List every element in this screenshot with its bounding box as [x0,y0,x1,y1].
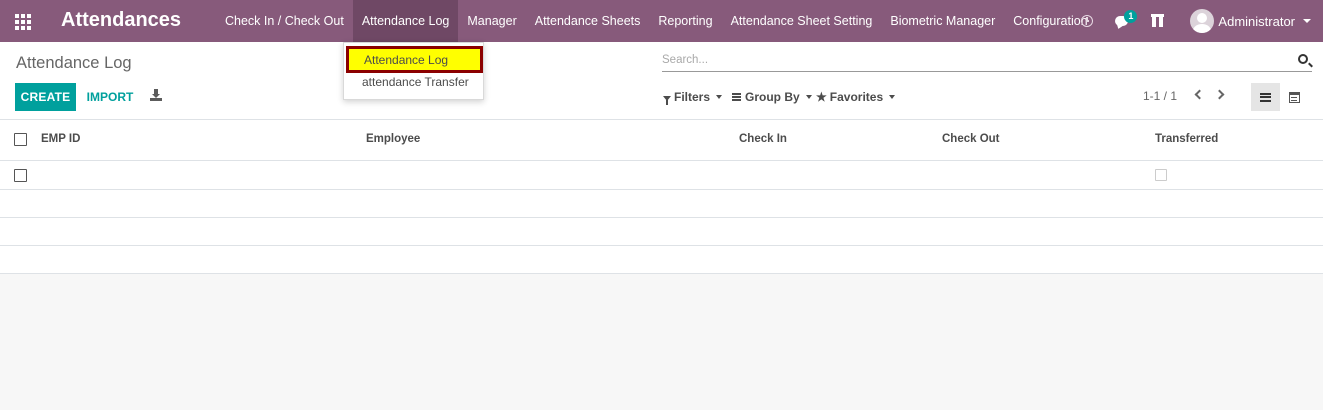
app-title: Attendances [61,9,182,31]
search-icon[interactable] [1298,54,1308,64]
caret-down-icon [889,95,896,99]
menu-reporting[interactable]: Reporting [649,0,721,42]
filters-label: Filters [674,90,711,104]
attendance-log-dropdown: Attendance Log attendance Transfer [343,42,484,100]
filters-button[interactable]: Filters [663,89,723,105]
empty-row [0,190,1323,218]
search-input[interactable] [662,52,1282,68]
menu-attendance-log[interactable]: Attendance Log [352,0,459,42]
systray: 1 Administrator [1074,0,1323,42]
favorites-button[interactable]: ★ Favorites [816,89,896,105]
row-select-checkbox[interactable] [14,169,27,182]
calendar-view-button[interactable] [1284,83,1304,111]
search-box [662,50,1312,72]
table-header: EMP ID Employee Check In Check Out Trans… [0,120,1323,161]
avatar [1190,9,1215,33]
clock-icon [1081,15,1094,27]
select-all-checkbox[interactable] [14,133,27,146]
gift-button[interactable] [1144,0,1170,42]
column-check-out[interactable]: Check Out [942,133,1000,145]
message-count-badge: 1 [1124,10,1138,23]
column-emp-id[interactable]: EMP ID [41,133,80,145]
favorites-label: Favorites [829,90,884,104]
import-button[interactable]: IMPORT [80,83,140,111]
menu-manager[interactable]: Manager [458,0,525,42]
groupby-button[interactable]: Group By [732,89,812,105]
menu-check-in-check-out[interactable]: Check In / Check Out [216,0,353,42]
messaging-button[interactable]: 1 [1108,0,1138,42]
table-row[interactable] [0,161,1323,190]
control-panel: Attendance Log CREATE IMPORT Filters Gro… [0,42,1323,120]
star-icon: ★ [816,90,827,104]
apps-menu-icon[interactable] [15,14,31,30]
pager-previous-icon[interactable] [1194,89,1205,100]
user-menu[interactable]: Administrator [1180,0,1323,42]
list-view-button[interactable] [1251,83,1280,111]
download-icon[interactable] [150,89,164,103]
transferred-checkbox [1155,169,1167,181]
menu-attendance-sheets[interactable]: Attendance Sheets [526,0,650,42]
top-navbar: Attendances Check In / Check Out Attenda… [0,0,1323,42]
calendar-icon [1288,91,1300,103]
groupby-label: Group By [745,90,800,104]
filter-icon [663,95,671,105]
main-menu: Check In / Check Out Attendance Log Mana… [216,0,1097,42]
list-icon [1260,92,1271,102]
caret-down-icon [716,95,723,99]
dropdown-item-attendance-transfer[interactable]: attendance Transfer [344,71,483,93]
column-employee[interactable]: Employee [366,133,420,145]
menu-biometric-manager[interactable]: Biometric Manager [881,0,1004,42]
chevron-down-icon [1303,19,1311,23]
bars-icon [732,93,741,101]
page-title: Attendance Log [16,54,132,72]
pager-next-icon[interactable] [1214,89,1225,100]
dropdown-item-attendance-log[interactable]: Attendance Log [346,46,483,73]
menu-attendance-sheet-setting[interactable]: Attendance Sheet Setting [722,0,882,42]
empty-row [0,218,1323,246]
column-check-in[interactable]: Check In [739,133,787,145]
pager-value[interactable]: 1-1 / 1 [1143,89,1177,103]
activity-button[interactable] [1074,0,1100,42]
empty-row [0,246,1323,274]
column-transferred[interactable]: Transferred [1155,133,1218,145]
list-table: EMP ID Employee Check In Check Out Trans… [0,120,1323,274]
gift-icon [1150,14,1164,27]
caret-down-icon [805,95,812,99]
user-name: Administrator [1218,13,1295,29]
create-button[interactable]: CREATE [15,83,76,111]
